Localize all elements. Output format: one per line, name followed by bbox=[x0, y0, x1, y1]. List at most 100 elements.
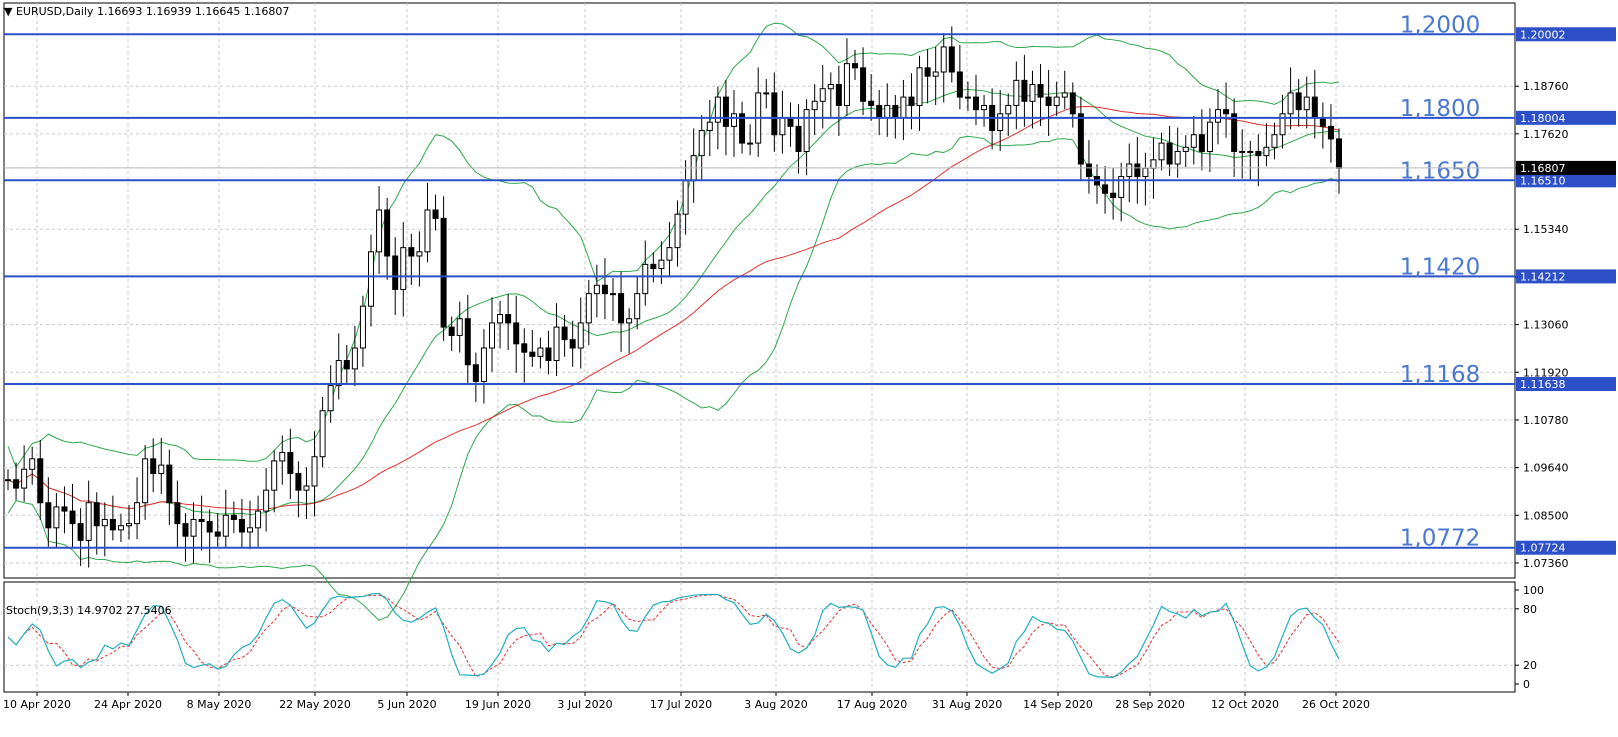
candle-body bbox=[674, 213, 681, 249]
candle-body bbox=[876, 104, 883, 119]
candle-body bbox=[650, 263, 657, 270]
candle-body bbox=[1142, 167, 1149, 178]
y-tick-label: 1.15340 bbox=[1523, 223, 1569, 236]
candle-body bbox=[247, 527, 253, 533]
candle-body bbox=[1206, 121, 1213, 152]
candle-body bbox=[964, 96, 971, 99]
candle-body bbox=[771, 92, 778, 136]
candle-body bbox=[803, 109, 810, 152]
candle-body bbox=[843, 63, 850, 106]
candle-body bbox=[1198, 134, 1205, 152]
y-tick-label: 1.18760 bbox=[1523, 80, 1569, 93]
candle-body bbox=[835, 84, 842, 106]
candle-body bbox=[747, 142, 754, 145]
candle-body bbox=[819, 88, 826, 102]
candle-body bbox=[529, 351, 536, 357]
candle-body bbox=[916, 67, 923, 106]
candle-body bbox=[1134, 163, 1141, 178]
candle-body bbox=[642, 263, 649, 295]
price-chart[interactable]: 10 Apr 2020 24 Apr 2020 8 May 2020 22 May 2… bbox=[0, 0, 1618, 737]
candle-body bbox=[61, 506, 68, 512]
candle-body bbox=[932, 71, 939, 77]
main-plot-frame bbox=[3, 2, 1516, 579]
candle-body bbox=[981, 104, 988, 111]
candle-body bbox=[400, 247, 407, 290]
candle-body bbox=[827, 84, 834, 90]
x-tick-label: 3 Jul 2020 bbox=[557, 698, 612, 711]
candle-body bbox=[263, 489, 270, 512]
candle-body bbox=[1247, 150, 1254, 153]
candle-body bbox=[763, 92, 770, 95]
x-tick-label: 17 Jul 2020 bbox=[650, 698, 712, 711]
candle-body bbox=[101, 518, 108, 527]
stoch-tick-label: 20 bbox=[1523, 659, 1537, 672]
candle-body bbox=[190, 518, 197, 537]
candle-body bbox=[1045, 96, 1052, 106]
candle-body bbox=[1069, 92, 1076, 115]
candle-body bbox=[1085, 163, 1092, 178]
candle-body bbox=[448, 326, 455, 336]
candle-body bbox=[69, 510, 76, 525]
x-tick-label: 19 Jun 2020 bbox=[465, 698, 531, 711]
candle-body bbox=[327, 385, 334, 412]
candle-body bbox=[1295, 92, 1302, 111]
candle-body bbox=[238, 518, 245, 533]
candle-body bbox=[513, 322, 520, 345]
candle-body bbox=[658, 259, 665, 270]
candle-body bbox=[206, 521, 213, 533]
stoch-tick-label: 100 bbox=[1523, 584, 1544, 597]
candle-body bbox=[472, 364, 479, 382]
candle-body bbox=[480, 347, 487, 382]
candle-body bbox=[610, 293, 616, 296]
ohlc-readout: EURUSD,Daily 1.16693 1.16939 1.16645 1.1… bbox=[15, 5, 290, 18]
x-tick-label: 31 Aug 2020 bbox=[932, 698, 1002, 711]
candle-body bbox=[1053, 96, 1060, 106]
candle-body bbox=[77, 523, 84, 541]
candle-body bbox=[1166, 142, 1173, 165]
candle-body bbox=[1077, 113, 1084, 165]
candle-body bbox=[973, 96, 979, 111]
bollinger-upper bbox=[7, 22, 1340, 469]
candle-body bbox=[860, 67, 867, 102]
candle-body bbox=[852, 63, 858, 69]
x-tick-label: 8 May 2020 bbox=[187, 698, 252, 711]
bollinger-middle bbox=[7, 89, 1340, 516]
x-tick-label: 26 Oct 2020 bbox=[1302, 698, 1370, 711]
candle-body bbox=[1037, 84, 1044, 98]
candle-body bbox=[5, 479, 11, 482]
stoch-tick-label: 0 bbox=[1523, 678, 1530, 691]
candle-body bbox=[440, 217, 447, 328]
candle-body bbox=[593, 284, 600, 295]
candle-body bbox=[1013, 79, 1020, 106]
candle-body bbox=[626, 318, 633, 324]
candle-body bbox=[416, 251, 423, 257]
level-tag-text: 1.18004 bbox=[1520, 112, 1566, 125]
candle-body bbox=[601, 284, 608, 295]
candle-body bbox=[1102, 184, 1109, 194]
candle-body bbox=[53, 506, 60, 529]
candle-body bbox=[634, 293, 641, 320]
candle-body bbox=[392, 255, 399, 290]
candle-body bbox=[255, 510, 262, 529]
x-tick-label: 5 Jun 2020 bbox=[377, 698, 436, 711]
candle-body bbox=[585, 293, 592, 324]
dropdown-triangle-icon[interactable]: ▼ bbox=[4, 5, 12, 18]
candle-body bbox=[343, 360, 350, 370]
x-tick-label: 28 Sep 2020 bbox=[1115, 698, 1185, 711]
y-tick-label: 1.17620 bbox=[1523, 128, 1569, 141]
candle-body bbox=[1231, 113, 1238, 152]
x-tick-label: 22 May 2020 bbox=[279, 698, 351, 711]
candle-body bbox=[997, 113, 1004, 132]
candle-body bbox=[569, 339, 576, 349]
y-tick-label: 1.07360 bbox=[1523, 557, 1569, 570]
candle-body bbox=[682, 180, 689, 215]
candle-body bbox=[1158, 142, 1165, 161]
candle-body bbox=[892, 104, 899, 119]
candle-body bbox=[1190, 134, 1197, 148]
candle-body bbox=[1126, 163, 1133, 178]
stochastic-label: Stoch(9,3,3) 14.9702 27.5406 bbox=[6, 604, 172, 617]
candle-body bbox=[368, 251, 374, 307]
candle-body bbox=[319, 410, 326, 458]
candle-body bbox=[85, 502, 92, 541]
candle-body bbox=[884, 104, 891, 119]
